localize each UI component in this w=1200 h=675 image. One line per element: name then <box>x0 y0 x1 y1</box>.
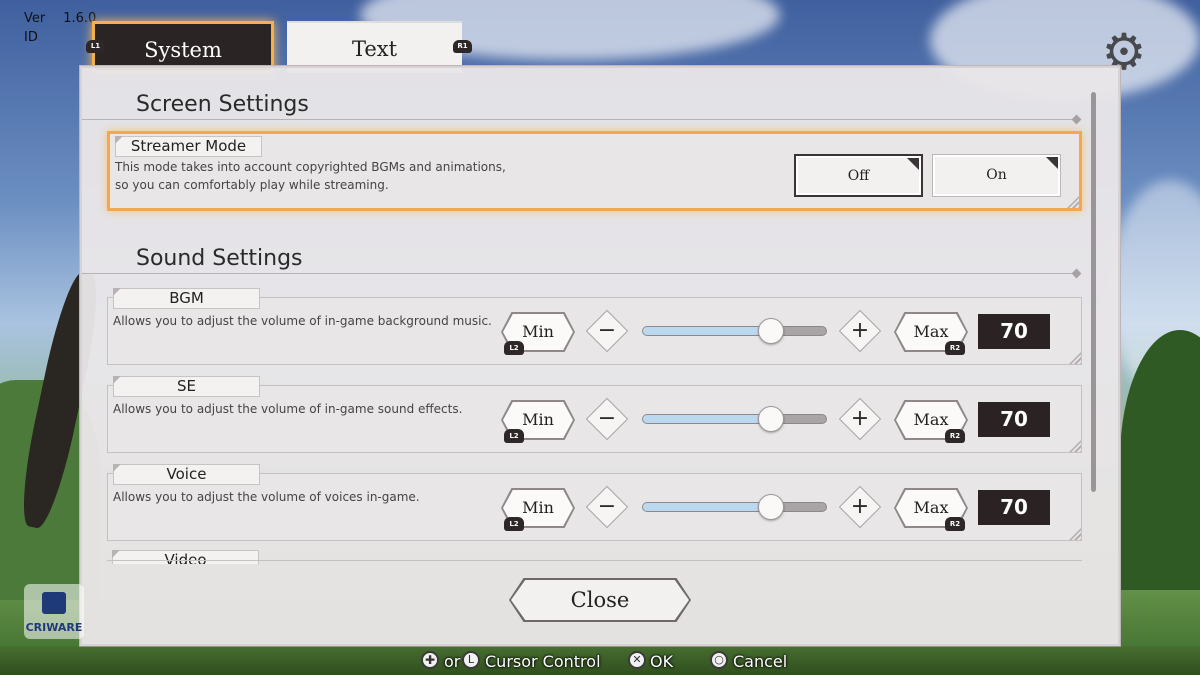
voice-description: Allows you to adjust the volume of voice… <box>113 490 420 504</box>
cross-button-icon: ✕ <box>628 651 646 669</box>
row-corner-ornament <box>1067 196 1079 208</box>
l2-button-icon: L2 <box>504 517 524 531</box>
version-info: Ver 1.6.0 ID <box>24 9 96 47</box>
streamer-mode-description-line1: This mode takes into account copyrighted… <box>115 160 506 174</box>
close-button[interactable]: Close <box>509 578 691 622</box>
minus-icon: − <box>597 494 617 519</box>
bgm-slider-thumb[interactable] <box>758 318 785 344</box>
video-label: Video <box>112 550 259 564</box>
se-slider-thumb[interactable] <box>758 406 785 432</box>
bgm-slider-fill <box>643 327 772 335</box>
dpad-icon: ✚ <box>421 651 439 669</box>
streamer-mode-description-line2: so you can comfortably play while stream… <box>115 178 389 192</box>
id-label: ID <box>24 30 38 45</box>
se-description: Allows you to adjust the volume of in-ga… <box>113 402 463 416</box>
minus-icon: − <box>597 406 617 431</box>
voice-slider[interactable] <box>642 494 827 520</box>
bgm-value: 70 <box>978 314 1050 349</box>
row-corner-ornament <box>1069 440 1081 452</box>
circle-button-icon: ○ <box>710 651 728 669</box>
scrollbar[interactable] <box>1091 92 1096 492</box>
l1-button-icon: L1 <box>86 40 105 53</box>
hint-ok: OK <box>650 652 674 671</box>
voice-label: Voice <box>113 464 260 485</box>
row-corner-ornament <box>1069 352 1081 364</box>
criware-label: CRIWARE <box>25 621 83 634</box>
tab-system-label: System <box>144 38 222 62</box>
se-value: 70 <box>978 402 1050 437</box>
sound-settings-title: Sound Settings <box>136 246 303 271</box>
section-divider <box>82 119 1077 120</box>
hint-cancel: Cancel <box>733 652 788 671</box>
row-corner-ornament <box>1069 528 1081 540</box>
voice-slider-fill <box>643 503 772 511</box>
streamer-mode-description: This mode takes into account copyrighted… <box>115 158 506 194</box>
close-button-label: Close <box>511 580 689 620</box>
version-label: Ver <box>24 11 46 26</box>
r2-button-icon: R2 <box>945 429 965 443</box>
criware-cube-icon <box>42 592 66 614</box>
se-slider[interactable] <box>642 406 827 432</box>
bgm-slider[interactable] <box>642 318 827 344</box>
se-slider-fill <box>643 415 772 423</box>
minus-icon: − <box>597 318 617 343</box>
hint-cursor-control: Cursor Control <box>485 652 601 671</box>
voice-slider-thumb[interactable] <box>758 494 785 520</box>
streamer-mode-on-button[interactable]: On <box>932 154 1061 197</box>
criware-logo: CRIWARE <box>24 584 84 639</box>
l2-button-icon: L2 <box>504 341 524 355</box>
l-stick-icon: L <box>462 651 480 669</box>
plus-icon: + <box>850 494 870 519</box>
section-divider <box>82 273 1077 274</box>
r2-button-icon: R2 <box>945 517 965 531</box>
r1-button-icon: R1 <box>453 40 472 53</box>
tab-text-label: Text <box>351 37 398 61</box>
video-row-clip: Video <box>107 550 1082 564</box>
hint-or: or <box>444 652 461 671</box>
l2-button-icon: L2 <box>504 429 524 443</box>
streamer-mode-row[interactable]: Streamer Mode This mode takes into accou… <box>107 131 1082 211</box>
voice-value: 70 <box>978 490 1050 525</box>
bgm-label: BGM <box>113 288 260 309</box>
screen-settings-title: Screen Settings <box>136 92 309 117</box>
se-label: SE <box>113 376 260 397</box>
streamer-mode-off-button[interactable]: Off <box>794 154 923 197</box>
bgm-description: Allows you to adjust the volume of in-ga… <box>113 314 492 328</box>
streamer-mode-label: Streamer Mode <box>115 136 262 157</box>
plus-icon: + <box>850 406 870 431</box>
r2-button-icon: R2 <box>945 341 965 355</box>
plus-icon: + <box>850 318 870 343</box>
